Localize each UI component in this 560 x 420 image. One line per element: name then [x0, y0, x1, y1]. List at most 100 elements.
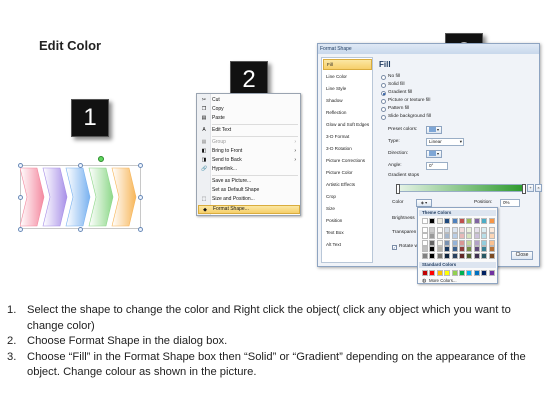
color-swatch[interactable]: [466, 239, 473, 246]
nav-item-artistic-effects[interactable]: Artistic Effects: [323, 179, 372, 190]
color-swatch[interactable]: [451, 218, 458, 224]
color-swatch[interactable]: [444, 233, 451, 240]
chevron-arrow[interactable]: [111, 167, 137, 227]
nav-item-picture-corrections[interactable]: Picture Corrections: [323, 155, 372, 166]
color-swatch[interactable]: [444, 226, 451, 233]
color-swatch[interactable]: [422, 226, 428, 233]
radio-gradient-fill[interactable]: Gradient fill: [380, 89, 412, 97]
color-swatch[interactable]: [473, 226, 480, 233]
resize-handle[interactable]: [78, 163, 83, 168]
menu-item-save-as-picture[interactable]: Save as Picture...: [198, 177, 300, 186]
color-swatch[interactable]: [436, 253, 443, 259]
menu-item-group[interactable]: ▦ Group ›: [198, 138, 300, 147]
radio-pattern-fill[interactable]: Pattern fill: [380, 105, 409, 113]
nav-item-3d-format[interactable]: 3-D Format: [323, 131, 372, 142]
nav-item-fill[interactable]: Fill: [323, 59, 372, 70]
radio-solid-fill[interactable]: Solid fill: [380, 81, 405, 89]
color-swatch[interactable]: [481, 253, 488, 259]
color-swatch[interactable]: [481, 218, 488, 224]
menu-item-paste[interactable]: ▤ Paste: [198, 114, 300, 123]
color-swatch[interactable]: [473, 246, 480, 253]
resize-handle[interactable]: [18, 195, 23, 200]
rotate-with-shape-checkbox[interactable]: ✓ Rotate w: [392, 243, 418, 251]
color-swatch[interactable]: [436, 226, 443, 233]
nav-item-line-color[interactable]: Line Color: [323, 71, 372, 82]
rotation-handle[interactable]: [98, 156, 104, 162]
chevron-arrow[interactable]: [20, 167, 45, 227]
color-swatch[interactable]: [459, 246, 465, 253]
chevron-arrows-shape[interactable]: [20, 166, 141, 228]
color-swatch[interactable]: [436, 233, 443, 240]
color-swatch[interactable]: [481, 246, 488, 253]
resize-handle[interactable]: [138, 163, 143, 168]
color-swatch[interactable]: [451, 246, 458, 253]
resize-handle[interactable]: [18, 163, 23, 168]
color-swatch[interactable]: [481, 239, 488, 246]
gradient-stop-handle[interactable]: [522, 184, 526, 194]
color-swatch[interactable]: [473, 253, 480, 259]
color-swatch[interactable]: [451, 233, 458, 240]
color-swatch[interactable]: [436, 239, 443, 246]
add-stop-button[interactable]: +: [527, 184, 534, 192]
color-swatch[interactable]: [488, 270, 495, 276]
menu-item-copy[interactable]: ❐ Copy: [198, 105, 300, 114]
nav-item-position[interactable]: Position: [323, 215, 372, 226]
resize-handle[interactable]: [78, 227, 83, 232]
color-picker-button[interactable]: ◈ ▾: [416, 199, 432, 207]
color-swatch[interactable]: [436, 246, 443, 253]
color-swatch[interactable]: [422, 246, 428, 253]
color-swatch[interactable]: [436, 270, 443, 276]
resize-handle[interactable]: [138, 195, 143, 200]
type-select[interactable]: Linear ▾: [426, 138, 464, 146]
color-swatch[interactable]: [429, 226, 436, 233]
color-swatch[interactable]: [466, 270, 473, 276]
color-swatch[interactable]: [481, 233, 488, 240]
nav-item-text-box[interactable]: Text Box: [323, 227, 372, 238]
menu-item-size-and-position[interactable]: ⬚ Size and Position...: [198, 195, 300, 204]
color-swatch[interactable]: [466, 226, 473, 233]
color-swatch[interactable]: [466, 233, 473, 240]
gradient-stop-handle[interactable]: [396, 184, 400, 194]
color-swatch[interactable]: [422, 253, 428, 259]
color-swatch[interactable]: [488, 253, 495, 259]
color-swatch[interactable]: [473, 270, 480, 276]
nav-item-3d-rotation[interactable]: 3-D Rotation: [323, 143, 372, 154]
radio-slide-background-fill[interactable]: Slide background fill: [380, 113, 431, 121]
nav-item-alt-text[interactable]: Alt Text: [323, 239, 372, 250]
color-swatch[interactable]: [422, 233, 428, 240]
menu-item-cut[interactable]: ✂ Cut: [198, 96, 300, 105]
resize-handle[interactable]: [18, 227, 23, 232]
radio-no-fill[interactable]: No fill: [380, 73, 400, 81]
color-swatch[interactable]: [481, 226, 488, 233]
color-swatch[interactable]: [429, 246, 436, 253]
color-swatch[interactable]: [488, 233, 495, 240]
nav-item-size[interactable]: Size: [323, 203, 372, 214]
menu-item-send-to-back[interactable]: ◨ Send to Back ›: [198, 156, 300, 165]
color-swatch[interactable]: [459, 253, 465, 259]
color-swatch[interactable]: [429, 233, 436, 240]
color-swatch[interactable]: [466, 246, 473, 253]
chevron-arrow[interactable]: [88, 167, 114, 227]
color-swatch[interactable]: [488, 239, 495, 246]
chevron-arrow[interactable]: [42, 167, 68, 227]
close-button[interactable]: Close: [511, 251, 533, 260]
color-swatch[interactable]: [436, 218, 443, 224]
nav-item-shadow[interactable]: Shadow: [323, 95, 372, 106]
nav-item-glow[interactable]: Glow and Soft Edges: [323, 119, 372, 130]
color-swatch[interactable]: [451, 239, 458, 246]
preset-colors-dropdown[interactable]: ▾: [426, 126, 442, 134]
color-swatch[interactable]: [459, 270, 465, 276]
color-swatch[interactable]: [429, 239, 436, 246]
position-input[interactable]: 0%: [500, 199, 520, 207]
color-swatch[interactable]: [473, 218, 480, 224]
color-swatch[interactable]: [451, 226, 458, 233]
direction-dropdown[interactable]: ▾: [426, 150, 442, 158]
color-swatch[interactable]: [459, 239, 465, 246]
color-swatch[interactable]: [473, 239, 480, 246]
nav-item-crop[interactable]: Crop: [323, 191, 372, 202]
nav-item-line-style[interactable]: Line Style: [323, 83, 372, 94]
nav-item-picture-color[interactable]: Picture Color: [323, 167, 372, 178]
color-swatch[interactable]: [451, 253, 458, 259]
menu-item-edit-text[interactable]: A Edit Text: [198, 126, 300, 135]
color-swatch[interactable]: [451, 270, 458, 276]
